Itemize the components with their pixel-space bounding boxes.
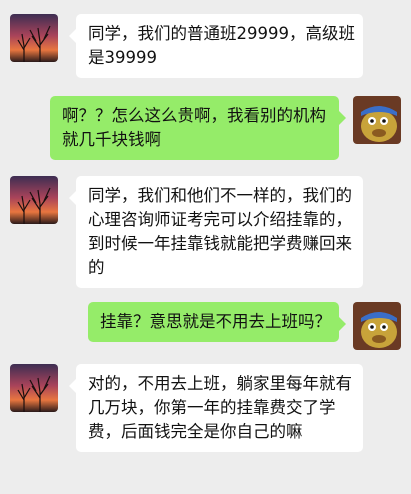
message-text: 费，后面钱完全是你自己的嘛 [88,422,303,441]
message-text: 同学，我们的普通班29999，高级班 [88,24,355,43]
message-text: 到时候一年挂靠钱就能把学费赚回来 [88,234,352,253]
message-text: 的 [88,258,105,277]
message-text: 几万块，你第一年的挂靠费交了学 [88,398,336,417]
cartoon-character-avatar[interactable] [353,302,401,350]
message-text: 心理咨询师证考完可以介绍挂靠的， [88,210,352,229]
message-bubble-incoming[interactable]: 同学，我们的普通班29999，高级班 是39999 [69,14,363,78]
cartoon-character-avatar[interactable] [353,96,401,144]
sunset-tree-avatar[interactable] [10,14,58,62]
message-text: 啊？？怎么这么贵啊，我看别的机构 [62,106,326,125]
message-bubble-outgoing[interactable]: 啊？？怎么这么贵啊，我看别的机构 就几千块钱啊 [50,96,346,160]
message-text: 同学，我们和他们不一样的，我们的 [88,186,352,205]
message-bubble-incoming[interactable]: 同学，我们和他们不一样的，我们的 心理咨询师证考完可以介绍挂靠的， 到时候一年挂… [69,176,363,288]
message-text: 就几千块钱啊 [62,130,161,149]
message-bubble-outgoing[interactable]: 挂靠？意思就是不用去上班吗？ [88,302,346,342]
sunset-tree-avatar[interactable] [10,176,58,224]
message-text: 对的，不用去上班，躺家里每年就有 [88,374,352,393]
message-bubble-incoming[interactable]: 对的，不用去上班，躺家里每年就有 几万块，你第一年的挂靠费交了学 费，后面钱完全… [69,364,363,452]
message-text: 挂靠？意思就是不用去上班吗？ [100,312,331,331]
sunset-tree-avatar[interactable] [10,364,58,412]
message-text: 是39999 [88,48,157,67]
